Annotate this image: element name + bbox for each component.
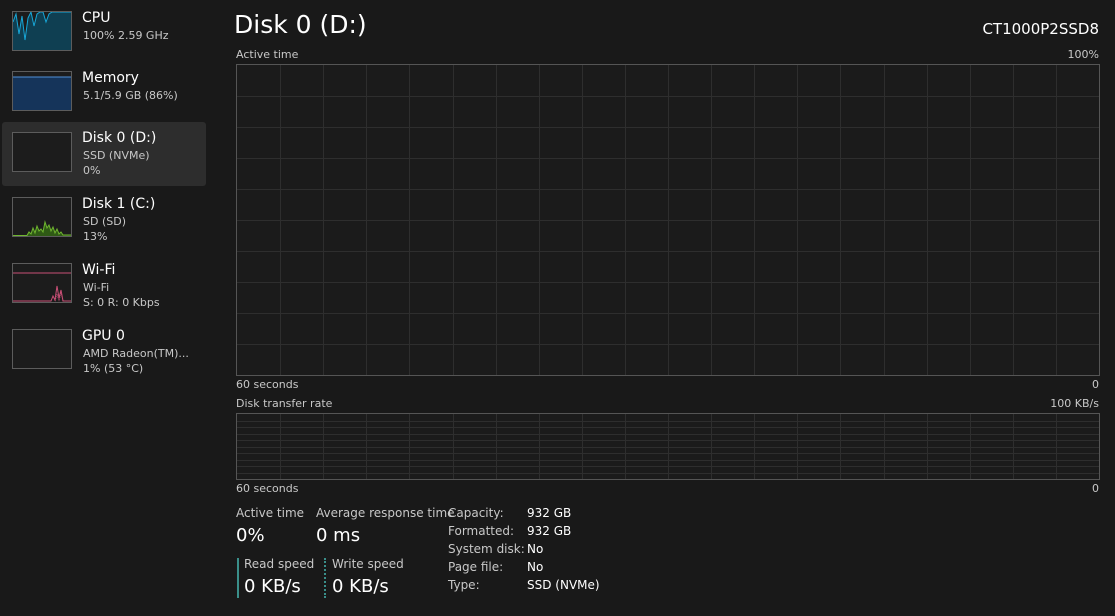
- write-speed-value: 0 KB/s: [332, 576, 389, 597]
- disk-model-name: CT1000P2SSD8: [982, 20, 1099, 38]
- sidebar-item-detail: Wi-Fi: [83, 281, 110, 294]
- sidebar-item-detail: SD (SD): [83, 215, 126, 228]
- memory-thumbnail-graph: [12, 71, 72, 111]
- read-speed-indicator: [237, 558, 239, 598]
- sidebar: CPU 100% 2.59 GHz Memory 5.1/5.9 GB (86%…: [0, 0, 208, 616]
- wifi-thumbnail-graph: [12, 263, 72, 303]
- type-label: Type:: [448, 578, 480, 592]
- read-speed-label: Read speed: [244, 557, 315, 571]
- sidebar-item-detail: 5.1/5.9 GB (86%): [83, 89, 178, 102]
- sidebar-item-detail: 100% 2.59 GHz: [83, 29, 169, 42]
- cpu-graph-icon: [13, 12, 71, 50]
- disk-0-graph-icon: [13, 133, 71, 171]
- disk-1-thumbnail-graph: [12, 197, 72, 237]
- sidebar-item-disk-0[interactable]: Disk 0 (D:) SSD (NVMe) 0%: [2, 122, 206, 186]
- formatted-value: 932 GB: [527, 524, 572, 538]
- capacity-value: 932 GB: [527, 506, 572, 520]
- page-file-value: No: [527, 560, 544, 574]
- sidebar-item-title: Wi-Fi: [82, 262, 116, 278]
- sidebar-item-memory[interactable]: Memory 5.1/5.9 GB (86%): [2, 62, 206, 126]
- cpu-thumbnail-graph: [12, 11, 72, 51]
- system-disk-label: System disk:: [448, 542, 525, 556]
- sidebar-item-title: Disk 1 (C:): [82, 196, 156, 212]
- sidebar-item-detail: AMD Radeon(TM)...: [83, 347, 189, 360]
- avg-response-stat-label: Average response time: [316, 506, 455, 520]
- sidebar-item-disk-1[interactable]: Disk 1 (C:) SD (SD) 13%: [2, 188, 206, 252]
- transfer-rate-graph-label: Disk transfer rate: [236, 397, 333, 410]
- write-speed-label: Write speed: [332, 557, 404, 571]
- sidebar-item-title: Disk 0 (D:): [82, 130, 157, 146]
- disk-1-graph-icon: [13, 220, 71, 236]
- read-speed-value: 0 KB/s: [244, 576, 301, 597]
- active-time-graph: [236, 64, 1100, 376]
- gpu-0-thumbnail-graph: [12, 329, 72, 369]
- sidebar-item-title: GPU 0: [82, 328, 125, 344]
- system-disk-value: No: [527, 542, 544, 556]
- sidebar-item-title: Memory: [82, 70, 139, 86]
- gpu-0-graph-icon: [13, 330, 71, 368]
- sidebar-item-usage: 0%: [83, 164, 101, 177]
- formatted-label: Formatted:: [448, 524, 515, 538]
- page-file-label: Page file:: [448, 560, 504, 574]
- active-time-stat-value: 0%: [236, 525, 265, 546]
- active-time-graph-duration: 60 seconds: [236, 378, 299, 391]
- wifi-graph-icon: [13, 272, 71, 302]
- type-value: SSD (NVMe): [527, 578, 600, 592]
- sidebar-item-gpu-0[interactable]: GPU 0 AMD Radeon(TM)... 1% (53 °C): [2, 320, 206, 384]
- page-title: Disk 0 (D:): [234, 10, 367, 39]
- sidebar-item-cpu[interactable]: CPU 100% 2.59 GHz: [2, 2, 206, 66]
- active-time-stat-label: Active time: [236, 506, 305, 520]
- transfer-rate-graph-max: 100 KB/s: [1050, 397, 1099, 410]
- transfer-rate-graph-duration: 60 seconds: [236, 482, 299, 495]
- transfer-rate-grid: [237, 414, 1099, 479]
- active-time-graph-min: 0: [1092, 378, 1099, 391]
- write-speed-indicator: [324, 558, 326, 598]
- sidebar-item-detail: SSD (NVMe): [83, 149, 150, 162]
- active-time-graph-label: Active time: [236, 48, 299, 61]
- active-time-grid: [237, 65, 1099, 375]
- disk-0-thumbnail-graph: [12, 132, 72, 172]
- avg-response-stat-value: 0 ms: [316, 525, 361, 546]
- sidebar-item-throughput: S: 0 R: 0 Kbps: [83, 296, 160, 309]
- sidebar-item-usage: 13%: [83, 230, 108, 243]
- sidebar-item-title: CPU: [82, 10, 111, 26]
- capacity-label: Capacity:: [448, 506, 504, 520]
- transfer-rate-graph-min: 0: [1092, 482, 1099, 495]
- sidebar-item-wifi[interactable]: Wi-Fi Wi-Fi S: 0 R: 0 Kbps: [2, 254, 206, 318]
- sidebar-item-usage: 1% (53 °C): [83, 362, 144, 375]
- active-time-graph-max: 100%: [1067, 48, 1099, 61]
- transfer-rate-graph: [236, 413, 1100, 480]
- memory-graph-icon: [13, 76, 71, 110]
